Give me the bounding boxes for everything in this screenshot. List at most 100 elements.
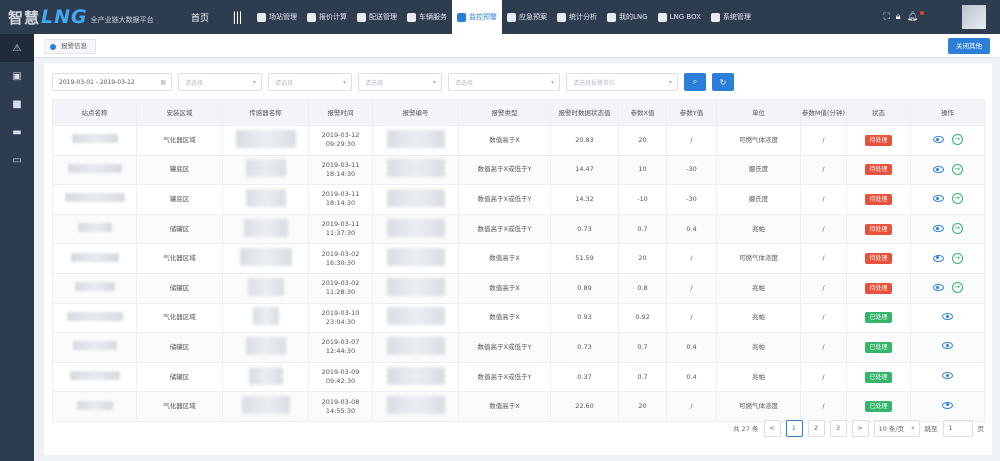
table-row[interactable]: 罐底区 2019-03-11 18:14:30 数值高于X或低于Y 14.32 -10-… — [52, 184, 985, 215]
menu-item-0[interactable]: 场站管理 — [252, 0, 302, 34]
calendar-icon: ▦ — [160, 78, 166, 86]
menu-item-6[interactable]: 统计分析 — [552, 0, 602, 34]
view-eye-icon[interactable] — [932, 195, 944, 203]
table-row[interactable]: 气化器区域 2019-03-08 14:55:30 数值高于X 22.60 20/可燃气… — [52, 391, 985, 422]
redacted-text — [74, 282, 115, 292]
calendar-icon[interactable]: ▭ — [0, 146, 34, 174]
process-arrow-icon[interactable]: → — [951, 252, 963, 264]
table-row[interactable]: 气化器区域 2019-03-10 23:04:30 数值高于X 0.93 0.92/兆帕… — [52, 302, 985, 334]
process-arrow-icon[interactable]: → — [951, 193, 963, 205]
monitor-icon — [457, 12, 466, 22]
cell-sensor-name — [222, 243, 309, 274]
process-arrow-icon[interactable]: → — [951, 163, 963, 175]
menu-item-label: 系统管理 — [722, 13, 751, 21]
process-arrow-icon[interactable]: → — [951, 223, 963, 235]
redacted-text — [386, 159, 445, 178]
view-eye-icon[interactable] — [932, 284, 944, 292]
emergency-icon — [507, 12, 516, 22]
close-others-button[interactable]: 关闭其他 — [948, 38, 990, 54]
chevron-down-icon: ▾ — [668, 78, 672, 86]
menu-toggle-icon[interactable]: ||| — [222, 0, 252, 34]
pager-next-button[interactable]: > — [851, 419, 869, 437]
table-row[interactable]: 气化器区域 2019-03-02 16:30:30 数值高于X 51.59 20/可燃气… — [52, 243, 985, 274]
menu-item-4[interactable]: 监控预警 — [452, 0, 502, 34]
cell-y: -30 — [666, 154, 717, 186]
table-row[interactable]: 储罐区 2019-03-07 12:44:30 数值高于X或低于Y 0.73 0.7 0.… — [52, 332, 985, 363]
video-icon[interactable]: ■ — [0, 90, 34, 118]
view-eye-icon[interactable] — [932, 136, 944, 144]
redacted-text — [386, 307, 445, 326]
filter-select-1[interactable]: 请选择 ▾ — [178, 73, 262, 91]
avatar[interactable] — [962, 5, 986, 29]
menu-item-9[interactable]: 系统管理 — [706, 0, 756, 34]
notification-dot — [920, 11, 924, 15]
date-range-input[interactable]: 2019-03-01 - 2019-03-12 ▦ — [52, 73, 172, 91]
table-row[interactable]: 储罐区 2019-03-09 09:42:30 数值高于X或低于Y 0.37 0.7 0.… — [52, 361, 985, 393]
cell-area: 气化器区域 — [136, 125, 223, 156]
filter-select-2[interactable]: 请选择 ▾ — [268, 73, 352, 91]
column-header: 报警时间 — [308, 99, 373, 126]
menu-item-1[interactable]: 报价计算 — [302, 0, 352, 34]
pager-page-2[interactable]: 2 — [807, 419, 825, 437]
cell-station-name — [52, 125, 137, 156]
view-eye-icon[interactable] — [932, 254, 944, 262]
bell-icon[interactable]: 🔔︎ — [907, 12, 918, 22]
view-eye-icon[interactable] — [932, 225, 944, 233]
menu-item-5[interactable]: 应急预案 — [502, 0, 552, 34]
cell-unit: 兆帕 — [716, 272, 801, 304]
filter-select-5[interactable]: 请选择报警单位 ▾ — [566, 73, 678, 91]
cell-alarm-id — [372, 154, 459, 186]
view-eye-icon[interactable] — [942, 372, 953, 380]
menu-item-3[interactable]: 车辆服务 — [402, 0, 452, 34]
chart-icon — [557, 12, 566, 22]
tab-alarm-info[interactable]: 报警信息 — [44, 39, 96, 54]
process-arrow-icon[interactable]: → — [951, 134, 963, 146]
app-logo[interactable]: 智慧 LNG 全产业链大数据平台 — [0, 0, 178, 34]
nav-home[interactable]: 首页 — [178, 0, 222, 34]
cell-type: 数值高于X — [458, 243, 551, 274]
fullscreen-icon[interactable]: ⛶ — [883, 12, 889, 22]
chevron-down-icon: ▾ — [252, 78, 256, 86]
warning-icon[interactable]: ⚠ — [0, 34, 34, 62]
filter-select-3[interactable]: 请选择 ▾ — [358, 73, 442, 91]
cell-station-name — [52, 154, 137, 186]
view-eye-icon[interactable] — [932, 165, 944, 173]
menu-item-7[interactable]: 我的LNG — [602, 0, 653, 34]
cell-status: 待处理 — [846, 213, 911, 245]
cell-station-name — [52, 184, 137, 215]
table-row[interactable]: 储罐区 2019-03-11 11:37:30 数值高于X或低于Y 0.73 0.7 0.… — [52, 213, 985, 245]
status-badge: 已处理 — [865, 401, 892, 413]
table-row[interactable]: 罐底区 2019-03-11 18:14:30 数值高于X或低于Y 14.47 10 -3… — [52, 154, 985, 186]
cell-x: 20 — [618, 391, 667, 422]
table-row[interactable]: 气化器区域 2019-03-12 09:29:30 数值高于X 20.83 20/可燃气… — [52, 125, 985, 156]
monitor-screen-icon[interactable]: ▬ — [0, 118, 34, 146]
menu-item-label: 车辆服务 — [419, 13, 447, 21]
process-arrow-icon[interactable]: → — [951, 282, 963, 294]
cell-type: 数值高于X — [458, 391, 551, 422]
pager-page-1[interactable]: 1 — [785, 419, 803, 437]
image-icon[interactable]: ▣ — [0, 62, 34, 90]
filter-select-4[interactable]: 请选择 ▾ — [448, 73, 560, 91]
cell-type: 数值高于X — [458, 272, 551, 304]
jump-page-input[interactable]: 1 — [942, 419, 973, 437]
main-menu: 场站管理 报价计算 配送管理 车辆服务 监控预警 应急预案 统计分析 我的LNG LNG BOX… — [252, 0, 879, 34]
pager-prev-button[interactable]: < — [763, 419, 781, 437]
status-badge: 待处理 — [865, 164, 892, 176]
cell-actions: → — [910, 125, 985, 156]
view-eye-icon[interactable] — [942, 401, 953, 409]
cell-sensor-name — [222, 302, 309, 334]
menu-item-2[interactable]: 配送管理 — [352, 0, 402, 34]
lock-icon[interactable]: 🔒︎ — [896, 12, 901, 22]
page-size-select[interactable]: 10 条/页 ▾ — [873, 419, 920, 437]
search-button[interactable]: ⌕ — [684, 73, 706, 91]
view-eye-icon[interactable] — [942, 312, 953, 320]
cell-m: / — [800, 154, 847, 186]
refresh-button[interactable]: ↻ — [712, 73, 734, 91]
cell-x: 0.8 — [618, 272, 667, 304]
table-row[interactable]: 储罐区 2019-03-02 11:28:30 数值高于X 0.89 0.8/兆帕 / 待处… — [52, 272, 985, 304]
pager-page-3[interactable]: 3 — [829, 419, 847, 437]
menu-item-label: 配送管理 — [369, 13, 397, 21]
status-badge: 待处理 — [865, 282, 892, 294]
view-eye-icon[interactable] — [942, 342, 953, 350]
menu-item-8[interactable]: LNG BOX — [653, 0, 706, 34]
